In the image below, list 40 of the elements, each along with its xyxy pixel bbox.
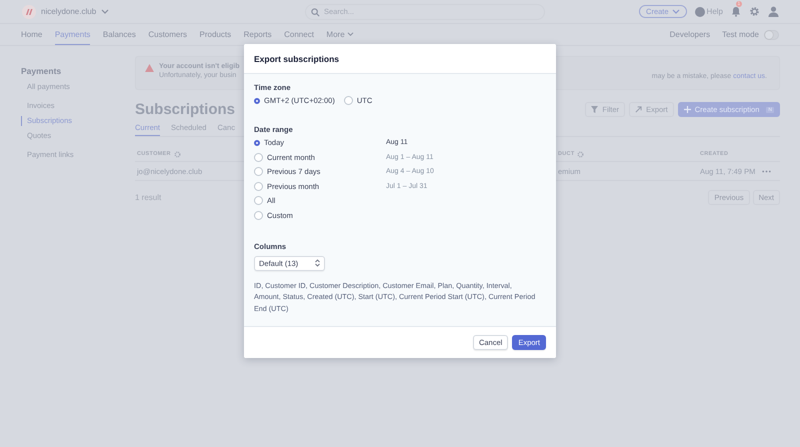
nav-tab[interactable]: Payments [54,24,90,45]
radio-button[interactable] [254,182,263,190]
nav-tab[interactable]: Customers [148,24,188,45]
radio-button[interactable] [254,140,260,146]
warning-icon [145,64,154,72]
plus-icon [684,106,691,113]
nav-tab[interactable]: Products [200,24,232,45]
arrow-icon [635,106,642,113]
help-link[interactable]: Help [694,6,723,16]
radio-button[interactable] [254,98,260,104]
radio-button[interactable] [254,210,263,220]
chevron-down-icon [672,8,680,14]
nav-tab[interactable]: More [326,24,354,45]
gear-icon[interactable] [577,150,584,158]
filter-icon [591,106,598,113]
gear-icon[interactable] [174,150,181,158]
page-title: Subscriptions [135,101,236,118]
more-icon[interactable] [762,170,771,172]
nav-tab[interactable]: Balances [102,24,136,45]
radio-button[interactable] [254,167,263,176]
chevron-down-icon [346,32,354,37]
settings-icon[interactable] [749,6,760,17]
radio-button[interactable] [254,152,263,162]
nav-tab[interactable]: Home [21,24,42,45]
sidebar-title: Payments [21,66,62,76]
search-icon [311,8,320,16]
radio-button[interactable] [254,196,263,205]
dialog-title: Export subscriptions [254,54,340,64]
account-name[interactable]: nicelydone.club [41,7,96,16]
test-mode-label: Test mode [722,30,759,39]
logo-icon [22,4,36,18]
bell-icon[interactable] [731,6,741,17]
radio-button[interactable] [344,96,353,105]
nav-tab[interactable]: Connect [284,24,314,45]
user-icon[interactable] [768,6,779,17]
updown-icon [315,259,320,267]
chevron-down-icon[interactable] [101,8,110,14]
test-mode-toggle[interactable] [764,30,779,40]
nav-tab[interactable]: Reports [244,24,272,45]
developers-link[interactable]: Developers [670,30,710,39]
